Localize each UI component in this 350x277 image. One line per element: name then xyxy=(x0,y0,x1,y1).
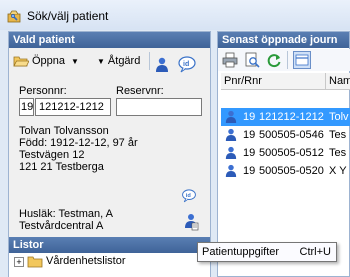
toolbar-separator xyxy=(287,51,288,69)
table-row[interactable]: 19 121212-1212 Tolv xyxy=(221,108,350,126)
row-name: Tes xyxy=(329,129,347,141)
tooltip-text: Patientuppgifter xyxy=(202,246,280,258)
row-century: 19 xyxy=(243,165,256,177)
folder-icon xyxy=(27,256,43,268)
recent-toolbar xyxy=(218,49,350,71)
row-name: Tes xyxy=(329,147,347,159)
table-row[interactable]: 19 500505-0512 Tes xyxy=(221,144,350,162)
tooltip-shortcut: Ctrl+U xyxy=(299,246,331,258)
table-row[interactable]: 19 500505-0546 Tes xyxy=(221,126,350,144)
reservnr-field[interactable] xyxy=(116,98,202,116)
column-pnr[interactable]: Pnr/Rnr xyxy=(224,75,262,87)
row-century: 19 xyxy=(243,147,256,159)
row-pnr: 500505-0512 xyxy=(259,147,324,159)
title-bar: Sök/välj patient xyxy=(0,0,350,30)
row-century: 19 xyxy=(243,111,256,123)
column-name[interactable]: Nam xyxy=(329,75,350,87)
personnr-field[interactable]: 121212-1212 xyxy=(35,98,111,116)
patient-birth: Född: 1912-12-12, 97 år xyxy=(19,137,138,149)
row-century: 19 xyxy=(243,129,256,141)
patient-details-icon[interactable] xyxy=(183,213,199,231)
recent-journals-panel: Senast öppnade journ Pnr/Rnr Nam 19 1212… xyxy=(217,31,350,277)
patient-person-icon[interactable] xyxy=(155,53,169,77)
health-center: Testvårdcentral A xyxy=(19,220,104,232)
care-unit-lists-item[interactable]: Vårdenhetslistor xyxy=(46,255,126,267)
open-dropdown-arrow[interactable]: ▼ xyxy=(71,57,79,66)
id-info-icon[interactable]: id xyxy=(181,188,197,203)
patient-app-icon xyxy=(7,10,21,23)
patient-id-card-icon[interactable]: id xyxy=(177,52,197,76)
action-button[interactable]: ▼ Åtgärd xyxy=(97,49,140,73)
patient-person-icon xyxy=(225,146,237,159)
lists-header: Listor xyxy=(9,237,210,253)
recent-grid-header: Pnr/Rnr Nam xyxy=(221,73,350,90)
action-dropdown-arrow: ▼ xyxy=(97,56,105,66)
lists-tree: + Vårdenhetslistor xyxy=(9,253,210,277)
window-title: Sök/välj patient xyxy=(27,9,109,23)
print-preview-icon[interactable] xyxy=(244,52,260,68)
open-label: Öppna xyxy=(32,55,66,67)
patient-person-icon xyxy=(225,128,237,141)
row-pnr: 121212-1212 xyxy=(259,111,324,123)
personnr-label: Personnr: xyxy=(19,85,67,97)
selected-patient-header: Vald patient xyxy=(9,32,210,48)
patient-city: 121 21 Testberga xyxy=(19,161,104,173)
application-window: Sök/välj patient Vald patient Öppna ▼ ▼ … xyxy=(0,0,350,277)
patient-street: Testvägen 12 xyxy=(19,149,85,161)
recent-journals-header: Senast öppnade journ xyxy=(218,32,349,48)
column-divider[interactable] xyxy=(325,73,326,89)
columns-view-icon[interactable] xyxy=(293,51,311,69)
tree-expand-toggle[interactable]: + xyxy=(14,257,24,267)
table-row[interactable]: 19 500505-0520 X Y xyxy=(221,162,350,180)
refresh-icon[interactable] xyxy=(266,52,282,68)
print-icon[interactable] xyxy=(222,52,238,68)
row-pnr: 500505-0546 xyxy=(259,129,324,141)
patient-person-icon xyxy=(225,110,237,123)
patient-name: Tolvan Tolvansson xyxy=(19,125,109,137)
patient-details-tooltip: Patientuppgifter Ctrl+U xyxy=(197,242,337,262)
row-name: X Y xyxy=(329,165,347,177)
open-button[interactable]: Öppna ▼ xyxy=(13,49,79,73)
svg-text:id: id xyxy=(183,61,189,68)
toolbar-separator xyxy=(149,52,150,70)
reservnr-label: Reservnr: xyxy=(116,85,164,97)
selected-patient-panel: Vald patient Öppna ▼ ▼ Åtgärd id Personn… xyxy=(8,31,211,277)
action-label: Åtgärd xyxy=(107,55,141,67)
patient-toolbar: Öppna ▼ ▼ Åtgärd id xyxy=(9,49,210,75)
century-field[interactable]: 19 xyxy=(19,98,34,116)
open-folder-icon xyxy=(13,56,29,67)
row-name: Tolv xyxy=(329,111,349,123)
svg-text:id: id xyxy=(186,193,192,199)
row-pnr: 500505-0520 xyxy=(259,165,324,177)
patient-person-icon xyxy=(225,164,237,177)
family-doctor: Husläk: Testman, A xyxy=(19,208,113,220)
